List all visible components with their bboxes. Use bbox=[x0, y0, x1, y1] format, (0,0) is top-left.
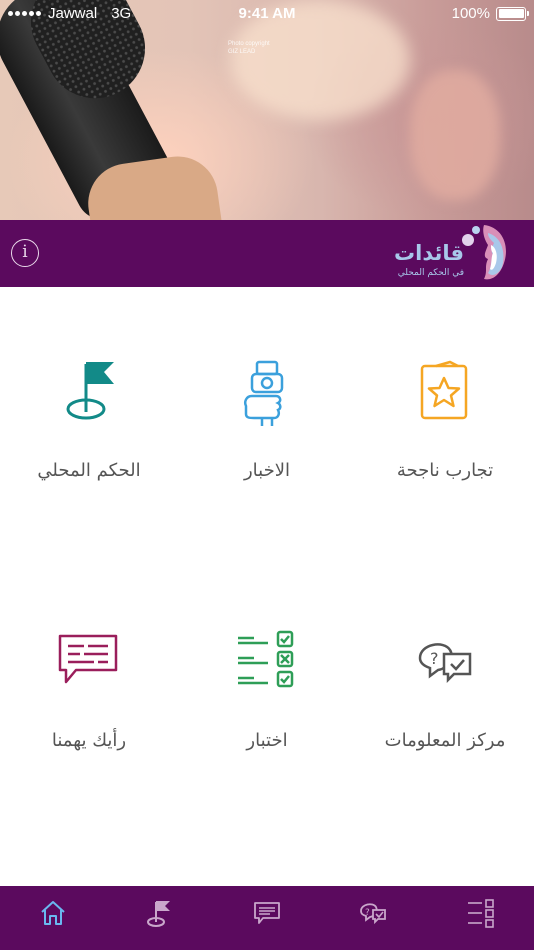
battery-percent: 100% bbox=[451, 5, 490, 22]
svg-text:?: ? bbox=[365, 908, 370, 918]
star-card-icon bbox=[420, 360, 468, 420]
home-icon[interactable] bbox=[38, 898, 68, 928]
faq-icon[interactable]: ? bbox=[358, 898, 388, 928]
tile-information-center[interactable]: ? مركز المعلومات bbox=[356, 628, 534, 828]
tile-local-governance[interactable]: الحكم المحلي bbox=[0, 358, 178, 558]
tile-label: تجارب ناجحة bbox=[396, 460, 494, 481]
logo-subtitle: في الحكم المحلي bbox=[397, 268, 464, 278]
flag-icon bbox=[66, 362, 114, 420]
header-bar: i قائدات في الحكم المحلي bbox=[0, 220, 534, 287]
tile-label: مركز المعلومات bbox=[384, 730, 506, 751]
tile-label: الحكم المحلي bbox=[37, 460, 141, 481]
status-right: 100% bbox=[451, 5, 529, 22]
tile-label: اختبار bbox=[246, 730, 288, 751]
flag-icon[interactable] bbox=[144, 898, 174, 928]
photo-copyright: Photo copyright GIZ LEAD bbox=[228, 41, 270, 55]
tile-label: الاخبار bbox=[243, 460, 290, 481]
feedback-icon[interactable] bbox=[252, 898, 282, 928]
checklist-icon bbox=[238, 630, 294, 688]
hero-photo: Photo copyright GIZ LEAD bbox=[0, 0, 534, 220]
tile-quiz[interactable]: اختبار bbox=[178, 628, 356, 828]
svg-text:?: ? bbox=[430, 649, 439, 668]
checklist-icon[interactable] bbox=[466, 898, 496, 928]
status-bar: Jawwal 3G 9:41 AM 100% bbox=[0, 0, 534, 28]
tile-feedback[interactable]: رأيك يهمنا bbox=[0, 628, 178, 828]
feedback-chat-icon bbox=[58, 634, 118, 684]
tab-bar: ? bbox=[0, 886, 534, 950]
microphone-icon bbox=[244, 360, 284, 426]
tile-label: رأيك يهمنا bbox=[51, 730, 127, 751]
faq-chat-icon: ? bbox=[418, 643, 472, 684]
logo-title: قائدات bbox=[394, 241, 464, 265]
app-logo: قائدات في الحكم المحلي bbox=[392, 223, 512, 285]
tile-news[interactable]: الاخبار bbox=[178, 358, 356, 558]
battery-icon bbox=[496, 6, 529, 21]
hero-blur bbox=[410, 70, 500, 200]
info-icon[interactable]: i bbox=[11, 239, 39, 267]
tile-success-stories[interactable]: تجارب ناجحة bbox=[356, 358, 534, 558]
